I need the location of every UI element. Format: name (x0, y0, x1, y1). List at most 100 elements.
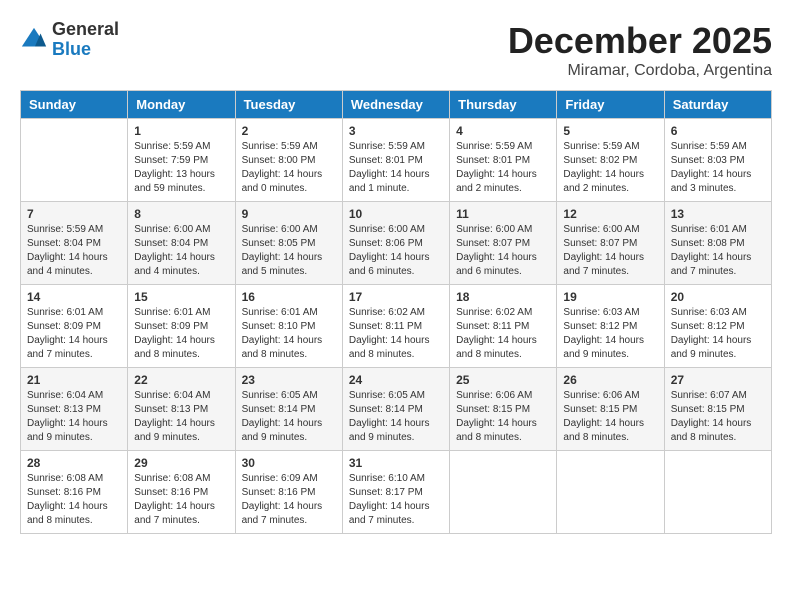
month-title: December 2025 (508, 20, 772, 62)
day-info: Sunrise: 6:00 AMSunset: 8:04 PMDaylight:… (134, 223, 228, 279)
day-info: Sunrise: 5:59 AMSunset: 8:03 PMDaylight:… (671, 140, 765, 196)
calendar-cell (557, 451, 664, 534)
weekday-header: Wednesday (342, 91, 449, 119)
calendar-cell (450, 451, 557, 534)
calendar-cell: 9 Sunrise: 6:00 AMSunset: 8:05 PMDaylight… (235, 202, 342, 285)
day-number: 2 (242, 124, 336, 138)
day-number: 9 (242, 207, 336, 221)
calendar-cell: 23 Sunrise: 6:05 AMSunset: 8:14 PMDayligh… (235, 368, 342, 451)
day-info: Sunrise: 5:59 AMSunset: 8:01 PMDaylight:… (456, 140, 550, 196)
location-title: Miramar, Cordoba, Argentina (508, 62, 772, 80)
logo-text: General Blue (52, 20, 119, 60)
logo-blue-text: Blue (52, 40, 119, 60)
day-info: Sunrise: 6:04 AMSunset: 8:13 PMDaylight:… (27, 389, 121, 445)
calendar-cell: 15 Sunrise: 6:01 AMSunset: 8:09 PMDayligh… (128, 285, 235, 368)
calendar-cell: 29Sunrise: 6:08 AMSunset: 8:16 PMDayligh… (128, 451, 235, 534)
day-number: 22 (134, 373, 228, 387)
day-info: Sunrise: 6:01 AMSunset: 8:10 PMDaylight:… (242, 306, 336, 362)
weekday-header: Monday (128, 91, 235, 119)
calendar-cell: 10 Sunrise: 6:00 AMSunset: 8:06 PMDayligh… (342, 202, 449, 285)
day-number: 7 (27, 207, 121, 221)
day-info: Sunrise: 6:05 AMSunset: 8:14 PMDaylight:… (242, 389, 336, 445)
day-number: 31 (349, 456, 443, 470)
day-number: 26 (563, 373, 657, 387)
calendar-cell: 6Sunrise: 5:59 AMSunset: 8:03 PMDaylight… (664, 119, 771, 202)
day-info: Sunrise: 5:59 AMSunset: 8:00 PMDaylight:… (242, 140, 336, 196)
day-info: Sunrise: 6:03 AMSunset: 8:12 PMDaylight:… (671, 306, 765, 362)
calendar-cell (21, 119, 128, 202)
calendar-cell (664, 451, 771, 534)
calendar-cell: 12Sunrise: 6:00 AMSunset: 8:07 PMDayligh… (557, 202, 664, 285)
calendar-cell: 4 Sunrise: 5:59 AMSunset: 8:01 PMDaylight… (450, 119, 557, 202)
calendar-cell: 27Sunrise: 6:07 AMSunset: 8:15 PMDayligh… (664, 368, 771, 451)
day-info: Sunrise: 5:59 AMSunset: 8:01 PMDaylight:… (349, 140, 443, 196)
calendar-cell: 2 Sunrise: 5:59 AMSunset: 8:00 PMDaylight… (235, 119, 342, 202)
calendar-week-row: 28 Sunrise: 6:08 AMSunset: 8:16 PMDayligh… (21, 451, 772, 534)
day-info: Sunrise: 6:06 AMSunset: 8:15 PMDaylight:… (456, 389, 550, 445)
calendar-cell: 26 Sunrise: 6:06 AMSunset: 8:15 PMDayligh… (557, 368, 664, 451)
calendar-cell: 19 Sunrise: 6:03 AMSunset: 8:12 PMDayligh… (557, 285, 664, 368)
day-info: Sunrise: 6:02 AMSunset: 8:11 PMDaylight:… (456, 306, 550, 362)
day-number: 17 (349, 290, 443, 304)
day-number: 13 (671, 207, 765, 221)
day-info: Sunrise: 6:03 AMSunset: 8:12 PMDaylight:… (563, 306, 657, 362)
calendar-cell: 13 Sunrise: 6:01 AMSunset: 8:08 PMDayligh… (664, 202, 771, 285)
day-number: 16 (242, 290, 336, 304)
day-info: Sunrise: 6:01 AMSunset: 8:09 PMDaylight:… (134, 306, 228, 362)
title-block: December 2025 Miramar, Cordoba, Argentin… (508, 20, 772, 80)
day-number: 5 (563, 124, 657, 138)
day-number: 12 (563, 207, 657, 221)
calendar-week-row: 7 Sunrise: 5:59 AMSunset: 8:04 PMDaylight… (21, 202, 772, 285)
weekday-header: Tuesday (235, 91, 342, 119)
calendar-cell: 5 Sunrise: 5:59 AMSunset: 8:02 PMDaylight… (557, 119, 664, 202)
day-info: Sunrise: 6:00 AMSunset: 8:05 PMDaylight:… (242, 223, 336, 279)
calendar-cell: 20 Sunrise: 6:03 AMSunset: 8:12 PMDayligh… (664, 285, 771, 368)
day-info: Sunrise: 6:00 AMSunset: 8:07 PMDaylight:… (456, 223, 550, 279)
calendar-cell: 24Sunrise: 6:05 AMSunset: 8:14 PMDayligh… (342, 368, 449, 451)
calendar-cell: 7 Sunrise: 5:59 AMSunset: 8:04 PMDaylight… (21, 202, 128, 285)
calendar-cell: 1Sunrise: 5:59 AMSunset: 7:59 PMDaylight… (128, 119, 235, 202)
day-info: Sunrise: 6:00 AMSunset: 8:06 PMDaylight:… (349, 223, 443, 279)
day-number: 23 (242, 373, 336, 387)
day-number: 10 (349, 207, 443, 221)
day-info: Sunrise: 6:06 AMSunset: 8:15 PMDaylight:… (563, 389, 657, 445)
calendar-cell: 28 Sunrise: 6:08 AMSunset: 8:16 PMDayligh… (21, 451, 128, 534)
day-number: 24 (349, 373, 443, 387)
weekday-header: Friday (557, 91, 664, 119)
weekday-header: Saturday (664, 91, 771, 119)
day-info: Sunrise: 6:07 AMSunset: 8:15 PMDaylight:… (671, 389, 765, 445)
logo-general-text: General (52, 20, 119, 40)
day-info: Sunrise: 5:59 AMSunset: 8:04 PMDaylight:… (27, 223, 121, 279)
weekday-header: Sunday (21, 91, 128, 119)
day-number: 20 (671, 290, 765, 304)
calendar-cell: 3 Sunrise: 5:59 AMSunset: 8:01 PMDaylight… (342, 119, 449, 202)
calendar-cell: 30Sunrise: 6:09 AMSunset: 8:16 PMDayligh… (235, 451, 342, 534)
day-info: Sunrise: 6:04 AMSunset: 8:13 PMDaylight:… (134, 389, 228, 445)
day-number: 18 (456, 290, 550, 304)
calendar-cell: 25 Sunrise: 6:06 AMSunset: 8:15 PMDayligh… (450, 368, 557, 451)
day-number: 15 (134, 290, 228, 304)
day-number: 28 (27, 456, 121, 470)
calendar-cell: 18 Sunrise: 6:02 AMSunset: 8:11 PMDayligh… (450, 285, 557, 368)
day-number: 14 (27, 290, 121, 304)
day-number: 1 (134, 124, 228, 138)
day-info: Sunrise: 6:08 AMSunset: 8:16 PMDaylight:… (134, 472, 228, 528)
day-info: Sunrise: 6:10 AMSunset: 8:17 PMDaylight:… (349, 472, 443, 528)
calendar-cell: 31 Sunrise: 6:10 AMSunset: 8:17 PMDayligh… (342, 451, 449, 534)
calendar-cell: 21Sunrise: 6:04 AMSunset: 8:13 PMDayligh… (21, 368, 128, 451)
day-number: 25 (456, 373, 550, 387)
calendar-week-row: 21Sunrise: 6:04 AMSunset: 8:13 PMDayligh… (21, 368, 772, 451)
day-number: 11 (456, 207, 550, 221)
day-number: 3 (349, 124, 443, 138)
calendar-cell: 22 Sunrise: 6:04 AMSunset: 8:13 PMDayligh… (128, 368, 235, 451)
day-number: 19 (563, 290, 657, 304)
logo-icon (20, 26, 48, 54)
calendar-cell: 8 Sunrise: 6:00 AMSunset: 8:04 PMDaylight… (128, 202, 235, 285)
calendar-cell: 17Sunrise: 6:02 AMSunset: 8:11 PMDayligh… (342, 285, 449, 368)
day-info: Sunrise: 6:08 AMSunset: 8:16 PMDaylight:… (27, 472, 121, 528)
day-number: 4 (456, 124, 550, 138)
day-info: Sunrise: 5:59 AMSunset: 8:02 PMDaylight:… (563, 140, 657, 196)
page-header: General Blue December 2025 Miramar, Cord… (20, 20, 772, 80)
day-info: Sunrise: 6:01 AMSunset: 8:08 PMDaylight:… (671, 223, 765, 279)
day-number: 8 (134, 207, 228, 221)
